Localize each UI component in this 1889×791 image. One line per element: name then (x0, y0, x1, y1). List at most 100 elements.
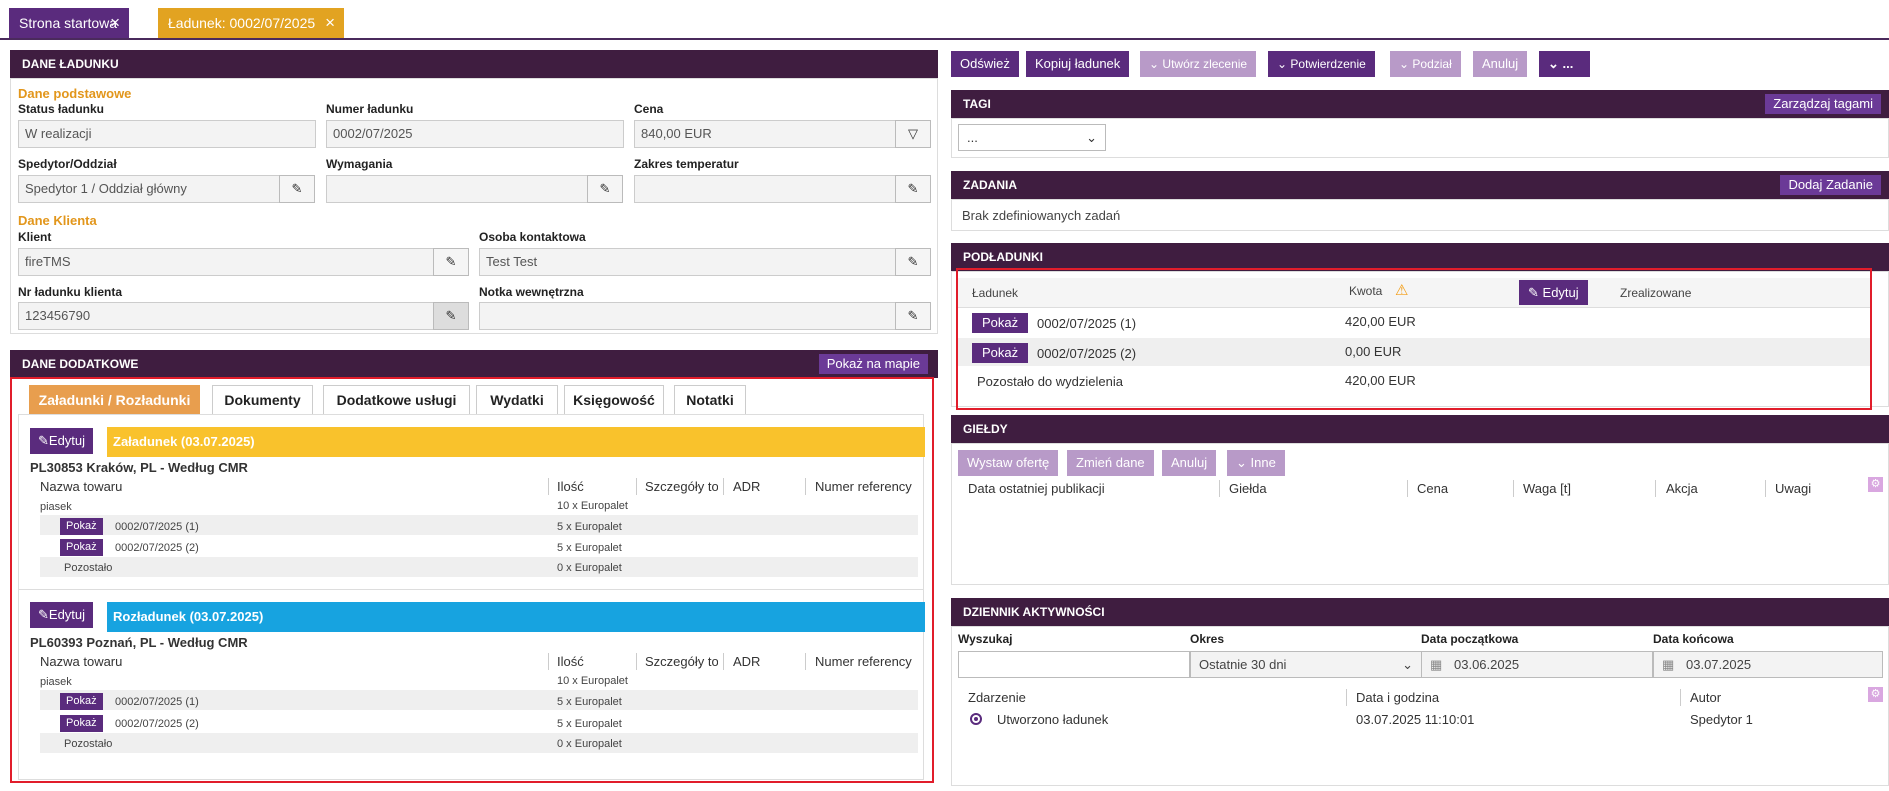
edit-icon: ✎ (1528, 285, 1539, 300)
tab-ladunek-label: Ładunek: 0002/07/2025 (168, 15, 316, 31)
other-button[interactable]: ⌄ Inne (1227, 450, 1285, 476)
cancel-button[interactable]: Anuluj (1473, 51, 1528, 77)
tags-select[interactable]: ... ⌄ (958, 124, 1106, 151)
col-divider (636, 653, 637, 670)
edit-icon[interactable]: ✎ (895, 175, 931, 203)
col-data-publikacji: Data ostatniej publikacji (968, 481, 1105, 496)
chevron-down-icon: ⌄ (1149, 57, 1160, 71)
end-date-label: Data końcowa (1653, 632, 1734, 646)
edit-podladunki-button[interactable]: ✎ Edytuj (1519, 280, 1588, 305)
section-dane-klienta: Dane Klienta (18, 213, 97, 228)
create-order-button[interactable]: ⌄ Utwórz zlecenie (1140, 51, 1257, 77)
tab-ladunek[interactable]: Ładunek: 0002/07/2025 × (158, 8, 344, 38)
dziennik-title: DZIENNIK AKTYWNOŚCI (963, 605, 1105, 619)
search-input[interactable] (958, 651, 1190, 678)
dane-dodatkowe-title: DANE DODATKOWE (22, 357, 139, 371)
podladunek-kwota: 420,00 EUR (1345, 314, 1416, 329)
show-map-button[interactable]: Pokaż na mapie (818, 354, 928, 374)
dane-dodatkowe-header: DANE DODATKOWE Pokaż na mapie (10, 350, 938, 378)
klient-label: Klient (18, 230, 52, 244)
filter-icon[interactable]: ▽ (895, 120, 931, 148)
col-divider (1346, 689, 1347, 706)
osoba-field[interactable]: Test Test (479, 248, 896, 276)
rest-kwota: 420,00 EUR (1345, 373, 1416, 388)
col-divider (805, 478, 806, 495)
show-button[interactable]: Pokaż (60, 715, 103, 732)
start-date-label: Data początkowa (1421, 632, 1519, 646)
tab-home[interactable]: Strona startowa × (9, 8, 129, 38)
edit-icon[interactable]: ✎ (895, 248, 931, 276)
towar-ilosc: 10 x Europalet (557, 500, 628, 512)
edit-icon[interactable]: ✎ (433, 302, 469, 330)
edit-icon[interactable]: ✎ (279, 175, 315, 203)
rest-label: Pozostało (64, 738, 113, 750)
col-kwota: Kwota (1349, 284, 1383, 298)
confirmation-button[interactable]: ⌄ Potwierdzenie (1268, 51, 1375, 77)
wymagania-field[interactable] (326, 175, 588, 203)
col-waga: Waga [t] (1523, 481, 1571, 496)
numer-field[interactable]: 0002/07/2025 (326, 120, 624, 148)
edit-rozladunek-button[interactable]: ✎Edytuj (30, 602, 94, 628)
edit-icon[interactable]: ✎ (433, 248, 469, 276)
tab-dodatkowe-uslugi[interactable]: Dodatkowe usługi (323, 385, 470, 415)
end-date-value: 03.07.2025 (1686, 657, 1752, 672)
dziennik-panel (951, 626, 1889, 786)
nrklienta-field[interactable]: 123456790 (18, 302, 434, 330)
status-field[interactable]: W realizacji (18, 120, 316, 148)
close-icon[interactable]: × (110, 8, 120, 38)
period-value: Ostatnie 30 dni (1199, 657, 1287, 672)
col-divider (1513, 480, 1514, 497)
chevron-down-icon: ⌄ (1086, 130, 1097, 145)
edit-icon[interactable]: ✎ (587, 175, 623, 203)
tab-dokumenty[interactable]: Dokumenty (212, 385, 313, 415)
settings-icon[interactable]: ⚙ (1868, 477, 1883, 492)
end-date-field[interactable]: ▦ 03.07.2025 (1653, 651, 1883, 678)
period-select[interactable]: Ostatnie 30 dni ⌄ (1190, 651, 1422, 678)
change-data-button[interactable]: Zmień dane (1067, 450, 1154, 476)
start-date-field[interactable]: ▦ 03.06.2025 (1421, 651, 1653, 678)
row-nr: 0002/07/2025 (1) (115, 521, 199, 533)
row-ilosc: 5 x Europalet (557, 718, 622, 730)
confirmation-label: Potwierdzenie (1290, 57, 1366, 71)
settings-icon[interactable]: ⚙ (1868, 687, 1883, 702)
edit-zaladunek-button[interactable]: ✎Edytuj (30, 428, 94, 454)
cena-field[interactable]: 840,00 EUR (634, 120, 896, 148)
podladunek-kwota: 0,00 EUR (1345, 344, 1402, 359)
zadania-title: ZADANIA (963, 178, 1017, 192)
close-icon[interactable]: × (325, 8, 335, 38)
tab-zaladunki[interactable]: Załadunki / Rozładunki (29, 385, 200, 415)
publish-offer-button[interactable]: Wystaw ofertę (958, 450, 1059, 476)
klient-field[interactable]: fireTMS (18, 248, 434, 276)
spedytor-field[interactable]: Spedytor 1 / Oddział główny (18, 175, 280, 203)
show-button[interactable]: Pokaż (60, 518, 103, 535)
col-divider (548, 653, 549, 670)
show-button[interactable]: Pokaż (972, 343, 1029, 363)
stop-divider (18, 589, 924, 590)
cancel-exchange-button[interactable]: Anuluj (1162, 450, 1217, 476)
refresh-button[interactable]: Odśwież (951, 51, 1019, 77)
section-dane-podstawowe: Dane podstawowe (18, 86, 132, 101)
rest-label: Pozostało do wydzielenia (977, 374, 1123, 389)
more-button[interactable]: ⌄ ... (1539, 51, 1590, 77)
show-button[interactable]: Pokaż (60, 539, 103, 556)
dane-ladunku-panel (10, 78, 938, 334)
col-data-godzina: Data i godzina (1356, 690, 1440, 705)
chevron-down-icon: ⌄ (1236, 455, 1247, 470)
zakres-field[interactable] (634, 175, 896, 203)
show-button[interactable]: Pokaż (972, 313, 1029, 333)
zakres-label: Zakres temperatur (634, 157, 739, 171)
podladunki-title: PODŁADUNKI (963, 250, 1043, 264)
show-button[interactable]: Pokaż (60, 693, 103, 710)
row-nr: 0002/07/2025 (1) (115, 696, 199, 708)
copy-button[interactable]: Kopiuj ładunek (1026, 51, 1130, 77)
tab-wydatki[interactable]: Wydatki (476, 385, 558, 415)
row-nr: 0002/07/2025 (2) (115, 718, 199, 730)
tab-notatki[interactable]: Notatki (674, 385, 746, 415)
notka-field[interactable] (479, 302, 896, 330)
tab-ksiegowosc[interactable]: Księgowość (564, 385, 664, 415)
add-task-button[interactable]: Dodaj Zadanie (1780, 175, 1881, 195)
split-button[interactable]: ⌄ Podział (1390, 51, 1461, 77)
manage-tags-button[interactable]: Zarządzaj tagami (1765, 94, 1881, 114)
table-row (40, 733, 918, 753)
edit-icon[interactable]: ✎ (895, 302, 931, 330)
